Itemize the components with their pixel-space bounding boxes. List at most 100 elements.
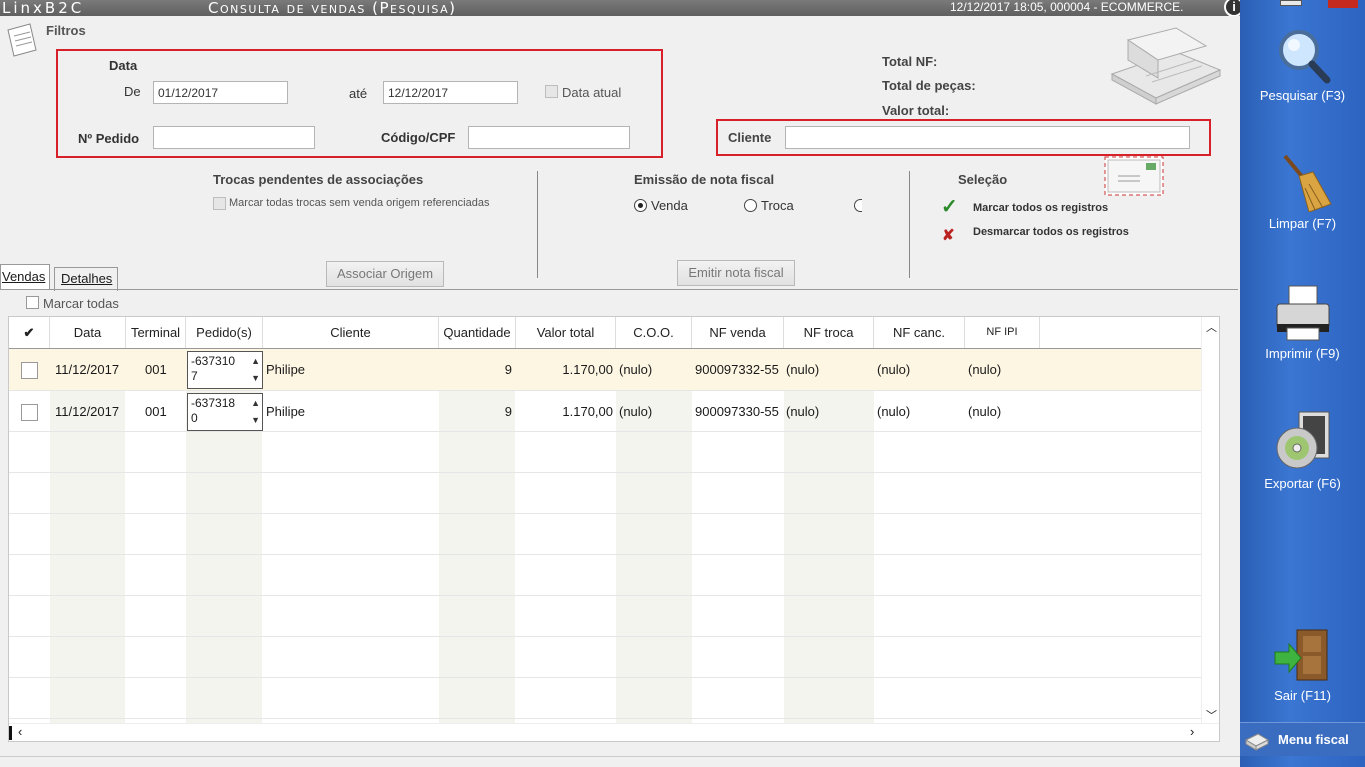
imprimir-label: Imprimir (F9)	[1265, 346, 1340, 361]
row-divider	[9, 554, 1202, 555]
close-icon[interactable]	[1328, 0, 1358, 8]
separator	[537, 171, 538, 278]
data-label: Data	[109, 58, 138, 73]
cell-nf-canc: (nulo)	[877, 404, 911, 419]
scroll-thumb[interactable]	[9, 726, 12, 740]
header-nf-venda[interactable]: NF venda	[692, 317, 784, 348]
mark-all-link[interactable]: Marcar todos os registros	[973, 202, 1108, 214]
session-info: 12/12/2017 18:05, 000004 - ECOMMERCE.	[950, 0, 1184, 14]
header-data[interactable]: Data	[50, 317, 126, 348]
row-divider	[9, 513, 1202, 514]
table-row[interactable]: 11/12/2017 001 -637318 0 ▲ ▼ Philipe 9 1.…	[9, 391, 1202, 432]
printer-icon	[1276, 285, 1329, 341]
header-terminal[interactable]: Terminal	[126, 317, 186, 348]
data-atual-checkbox[interactable]	[545, 85, 558, 98]
status-bar	[0, 756, 1240, 767]
row-divider	[9, 677, 1202, 678]
checkmark-icon[interactable]: ✓	[941, 197, 958, 217]
spinner-arrows-icon[interactable]: ▲ ▼	[251, 395, 260, 429]
data-atual-label: Data atual	[562, 85, 622, 100]
radio-venda-label: Venda	[651, 198, 688, 213]
pedido-spinner[interactable]: -637310 7 ▲ ▼	[187, 351, 263, 389]
header-nf-canc[interactable]: NF canc.	[874, 317, 965, 348]
cell-nf-canc: (nulo)	[877, 362, 911, 377]
trocas-checkbox-label: Marcar todas trocas sem venda origem ref…	[229, 197, 490, 209]
pedido-spinner[interactable]: -637318 0 ▲ ▼	[187, 393, 263, 431]
filters-title: Filtros	[46, 23, 86, 38]
pedido-line-1: -637310	[191, 354, 236, 368]
pesquisar-button[interactable]: Pesquisar (F3)	[1240, 26, 1365, 103]
row-divider	[9, 431, 1202, 432]
sair-label: Sair (F11)	[1274, 688, 1331, 703]
cell-nf-troca: (nulo)	[786, 362, 820, 377]
header-cliente[interactable]: Cliente	[263, 317, 439, 348]
ate-label: até	[349, 86, 368, 101]
scroll-down-icon[interactable]: ﹀	[1206, 707, 1217, 723]
main-panel: Filtros Data De 01/12/2017 até 12/12/201…	[0, 16, 1240, 767]
cell-nf-troca: (nulo)	[786, 404, 820, 419]
pedido-label: Nº Pedido	[78, 131, 140, 146]
cross-icon[interactable]: ✘	[942, 226, 955, 244]
broom-icon	[1282, 154, 1332, 212]
cliente-input[interactable]	[785, 126, 1190, 149]
menu-fiscal-label: Menu fiscal	[1278, 732, 1349, 747]
sair-button[interactable]: Sair (F11)	[1240, 626, 1365, 703]
pedido-line-2: 7	[191, 369, 198, 383]
cell-nf-venda: 900097330-55	[695, 404, 779, 419]
exportar-button[interactable]: Exportar (F6)	[1240, 410, 1365, 491]
cell-valor-total: 1.170,00	[562, 362, 613, 377]
table-row[interactable]: 11/12/2017 001 -637310 7 ▲ ▼ Philipe 9 1.…	[9, 349, 1202, 390]
radio-venda[interactable]	[634, 199, 647, 212]
cell-quantidade: 9	[504, 362, 512, 377]
pedido-input[interactable]	[153, 126, 315, 149]
imprimir-button[interactable]: Imprimir (F9)	[1240, 284, 1365, 361]
row-divider	[9, 636, 1202, 637]
limpar-button[interactable]: Limpar (F7)	[1240, 154, 1365, 231]
scroll-right-icon[interactable]: ›	[1190, 724, 1194, 739]
pedido-line-1: -637318	[191, 396, 236, 410]
radio-troca-label: Troca	[761, 198, 794, 213]
grid-header: ✔ Data Terminal Pedido(s) Cliente Quanti…	[9, 317, 1202, 349]
date-from-input[interactable]: 01/12/2017	[153, 81, 288, 104]
screen-title: Consulta de vendas (Pesquisa)	[208, 0, 457, 17]
cell-data: 11/12/2017	[55, 362, 120, 377]
associar-origem-button[interactable]: Associar Origem	[326, 261, 444, 287]
tab-vendas[interactable]: Vendas	[0, 264, 50, 290]
header-nf-ipi[interactable]: NF IPI	[965, 317, 1040, 348]
marcar-todas-label: Marcar todas	[43, 296, 119, 311]
radio-troca[interactable]	[744, 199, 757, 212]
spinner-arrows-icon[interactable]: ▲ ▼	[251, 353, 260, 387]
marcar-todas-checkbox[interactable]	[26, 296, 39, 309]
header-quantidade[interactable]: Quantidade	[439, 317, 516, 348]
cell-nf-ipi: (nulo)	[968, 362, 1002, 377]
trocas-checkbox[interactable]	[213, 197, 226, 210]
row-divider	[9, 472, 1202, 473]
vertical-scrollbar[interactable]: ︿ ﹀	[1201, 317, 1219, 725]
pedido-line-2: 0	[191, 411, 198, 425]
cell-data: 11/12/2017	[55, 404, 120, 419]
scroll-up-icon[interactable]: ︿	[1206, 319, 1217, 335]
scroll-left-icon[interactable]: ‹	[18, 724, 22, 739]
header-nf-troca[interactable]: NF troca	[784, 317, 874, 348]
cell-nf-ipi: (nulo)	[968, 404, 1002, 419]
pesquisar-label: Pesquisar (F3)	[1259, 88, 1346, 103]
minimize-icon[interactable]	[1280, 0, 1302, 6]
row-checkbox[interactable]	[21, 404, 38, 421]
cell-quantidade: 9	[504, 404, 512, 419]
emitir-nota-fiscal-button[interactable]: Emitir nota fiscal	[677, 260, 795, 286]
exportar-label: Exportar (F6)	[1264, 476, 1341, 491]
horizontal-scrollbar[interactable]: ‹ ›	[9, 723, 1219, 741]
row-checkbox[interactable]	[21, 362, 38, 379]
date-to-input[interactable]: 12/12/2017	[383, 81, 518, 104]
unmark-all-link[interactable]: Desmarcar todos os registros	[973, 226, 1129, 238]
header-pedidos[interactable]: Pedido(s)	[186, 317, 263, 348]
header-valor-total[interactable]: Valor total	[516, 317, 616, 348]
header-check[interactable]: ✔	[9, 317, 50, 348]
menu-fiscal-button[interactable]: Menu fiscal	[1240, 722, 1365, 756]
fiscal-printer-icon	[1244, 733, 1270, 751]
header-coo[interactable]: C.O.O.	[616, 317, 692, 348]
radio-partial[interactable]	[854, 199, 862, 212]
tab-detalhes[interactable]: Detalhes	[54, 267, 118, 291]
row-divider	[9, 718, 1202, 719]
codigo-cpf-input[interactable]	[468, 126, 630, 149]
